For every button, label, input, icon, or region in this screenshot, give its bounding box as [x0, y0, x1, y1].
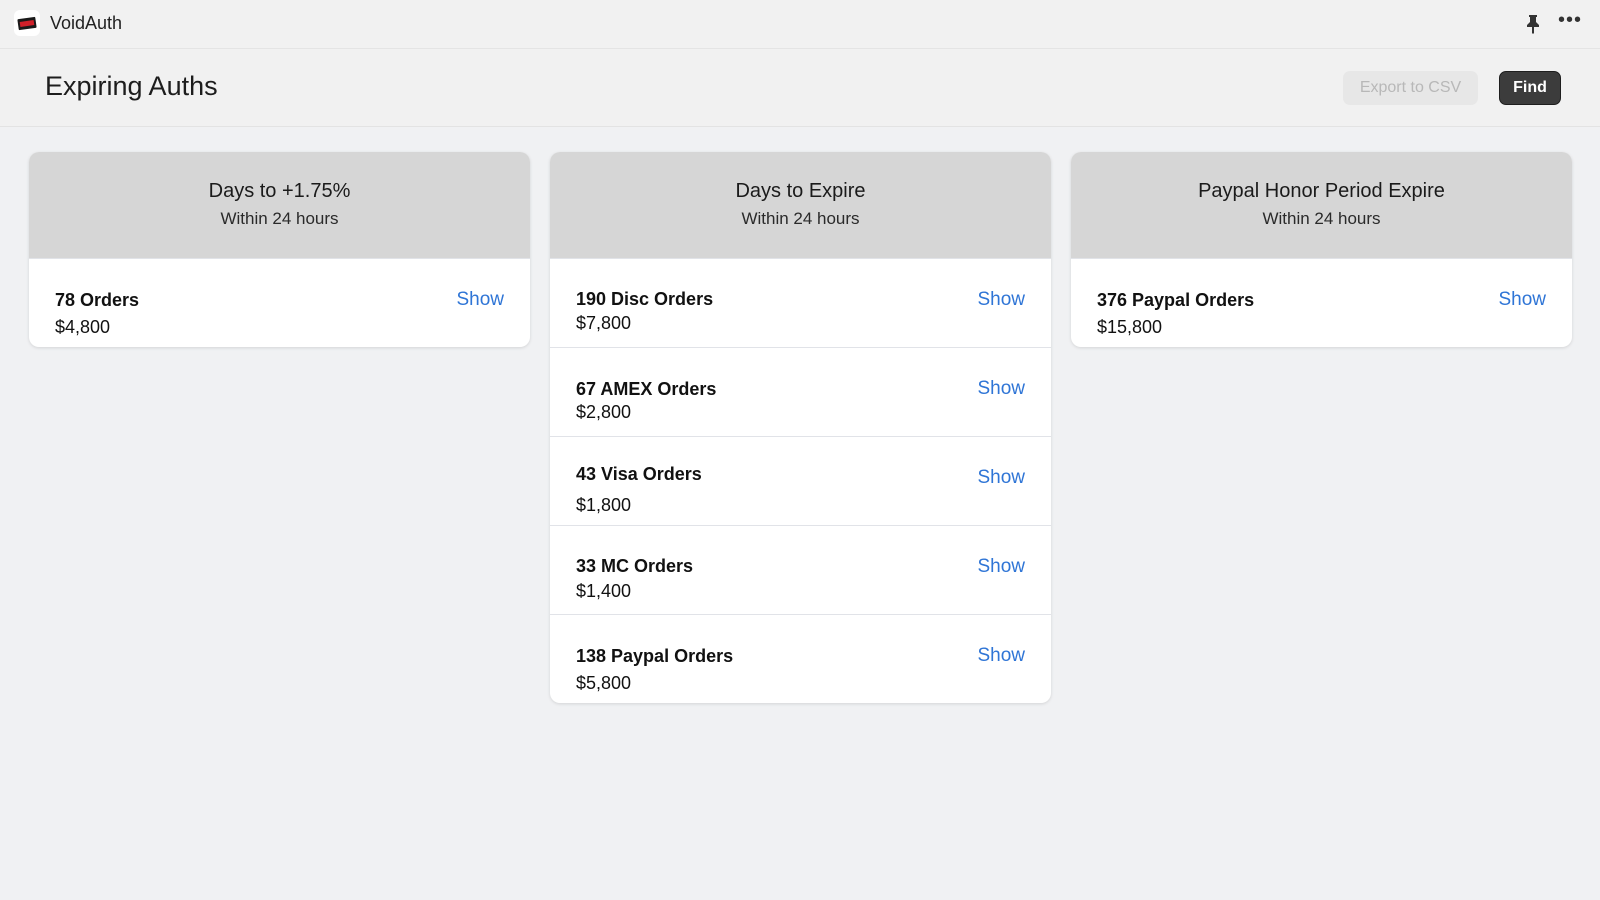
order-row: 190 Disc Orders $7,800 Show [550, 258, 1051, 347]
card-subtitle: Within 24 hours [220, 209, 339, 228]
order-count: 78 Orders [55, 290, 140, 310]
order-amount: $5,800 [576, 673, 632, 693]
card-header: Days to +1.75% Within 24 hours [29, 152, 530, 258]
app-titlebar: VoidAuth ••• [0, 0, 1600, 49]
order-count: 376 Paypal Orders [1097, 290, 1255, 310]
page-title: Expiring Auths [45, 71, 218, 101]
export-csv-button[interactable]: Export to CSV [1343, 71, 1478, 105]
card-days-to-rate-increase: Days to +1.75% Within 24 hours 78 Orders… [29, 152, 530, 347]
order-row: 138 Paypal Orders $5,800 Show [550, 614, 1051, 703]
page-header: Expiring Auths Export to CSV Find [0, 49, 1600, 127]
order-count: 33 MC Orders [576, 556, 694, 576]
show-link[interactable]: Show [977, 467, 1025, 489]
show-link[interactable]: Show [977, 556, 1025, 578]
order-amount: $2,800 [576, 402, 632, 422]
show-link[interactable]: Show [977, 645, 1025, 667]
order-row: 376 Paypal Orders $15,800 Show [1071, 258, 1572, 347]
order-count: 67 AMEX Orders [576, 379, 717, 399]
card-header: Days to Expire Within 24 hours [550, 152, 1051, 258]
show-link[interactable]: Show [1498, 289, 1546, 311]
card-subtitle: Within 24 hours [741, 209, 860, 228]
card-paypal-honor-period: Paypal Honor Period Expire Within 24 hou… [1071, 152, 1572, 347]
card-title: Days to +1.75% [208, 180, 351, 202]
card-title: Days to Expire [735, 180, 866, 202]
app-title: VoidAuth [50, 13, 123, 33]
pin-icon[interactable] [1524, 13, 1542, 35]
order-count: 138 Paypal Orders [576, 646, 734, 666]
app-logo-icon [14, 10, 40, 36]
order-row: 67 AMEX Orders $2,800 Show [550, 347, 1051, 436]
order-row: 43 Visa Orders $1,800 Show [550, 436, 1051, 525]
order-amount: $1,400 [576, 581, 632, 601]
card-title: Paypal Honor Period Expire [1198, 180, 1445, 202]
clapperboard-icon [17, 16, 37, 30]
more-options-icon[interactable]: ••• [1558, 10, 1582, 32]
order-count: 190 Disc Orders [576, 289, 714, 309]
order-amount: $7,800 [576, 313, 632, 333]
order-amount: $1,800 [576, 495, 632, 515]
order-count: 43 Visa Orders [576, 464, 702, 484]
show-link[interactable]: Show [456, 289, 504, 311]
order-row: 33 MC Orders $1,400 Show [550, 525, 1051, 614]
show-link[interactable]: Show [977, 289, 1025, 311]
order-amount: $15,800 [1097, 317, 1163, 337]
order-amount: $4,800 [55, 317, 111, 337]
order-row: 78 Orders $4,800 Show [29, 258, 530, 347]
card-days-to-expire: Days to Expire Within 24 hours 190 Disc … [550, 152, 1051, 703]
card-header: Paypal Honor Period Expire Within 24 hou… [1071, 152, 1572, 258]
show-link[interactable]: Show [977, 378, 1025, 400]
find-button[interactable]: Find [1499, 71, 1561, 105]
card-subtitle: Within 24 hours [1262, 209, 1381, 228]
